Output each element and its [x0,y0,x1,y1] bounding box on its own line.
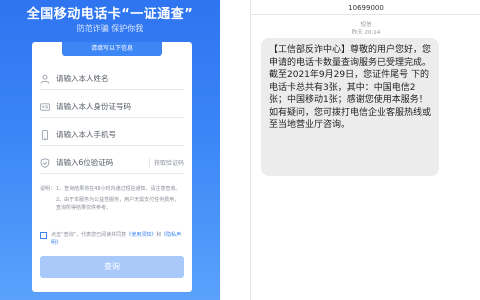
agreement-checkbox[interactable] [40,232,47,239]
sms-screenshot: 10699000 短信 昨天 20:14 【工信部反诈中心】尊敬的用户您好，您申… [250,0,480,300]
form-header-tab: 请填写以下信息 [62,42,162,56]
id-number-field[interactable]: 请输入本人身份证号码 [40,96,184,118]
channel-label: 短信 [360,22,372,28]
code-placeholder: 请输入6位验证码 [56,158,114,167]
page-title: 全国移动电话卡“一证通查” [26,7,194,22]
form-card: 请填写以下信息 请输入本人姓名 请输入本人身份证号码 请输入本人手机号 请输入6… [32,42,192,292]
notes-section: 说明： 1、查询结果将在48小时内通过短信通知，请注意查收。 2、由于本服务为公… [40,185,184,212]
agreement-prefix: 点击“查询”，代表您已阅读并同意 [51,232,127,238]
sms-message-text: 【工信部反诈中心】尊敬的用户您好，您申请的电话卡数量查询服务已受理完成。截至20… [269,45,432,130]
phone-placeholder: 请输入本人手机号 [56,130,116,139]
page-subtitle: 防范诈骗 保护你我 [76,24,144,33]
agreement-text: 点击“查询”，代表您已阅读并同意《使用须知》和《隐私声明》 [51,231,184,247]
header-divider [251,14,480,15]
name-placeholder: 请输入本人姓名 [56,74,109,83]
id-number-placeholder: 请输入本人身份证号码 [56,102,131,111]
query-form-screenshot: 全国移动电话卡“一证通查” 防范诈骗 保护你我 请填写以下信息 请输入本人姓名 … [0,0,220,300]
shield-check-icon [40,157,50,168]
terms-link[interactable]: 《使用须知》 [126,232,156,238]
name-field[interactable]: 请输入本人姓名 [40,68,184,90]
query-button[interactable]: 查询 [40,256,184,278]
agreement-row: 点击“查询”，代表您已阅读并同意《使用须知》和《隐私声明》 [40,231,184,247]
id-card-icon [40,102,50,112]
notes-item-1: 1、查询结果将在48小时内通过短信通知，请注意查收。 [56,186,181,192]
sms-message-bubble[interactable]: 【工信部反诈中心】尊敬的用户您好，您申请的电话卡数量查询服务已受理完成。截至20… [261,38,439,176]
phone-icon [40,129,50,140]
notes-label: 说明： [40,186,56,192]
verification-code-field[interactable]: 请输入6位验证码 获取验证码 [40,152,184,174]
phone-field[interactable]: 请输入本人手机号 [40,124,184,146]
notes-item-2: 2、由于本服务为公益性服务，用户无需支付任何费用，查询所得结果仅供参考。 [56,197,180,211]
message-timestamp: 昨天 20:14 [351,30,381,36]
person-icon [40,74,50,84]
sender-number: 10699000 [348,4,384,12]
get-code-button[interactable]: 获取验证码 [148,158,184,167]
